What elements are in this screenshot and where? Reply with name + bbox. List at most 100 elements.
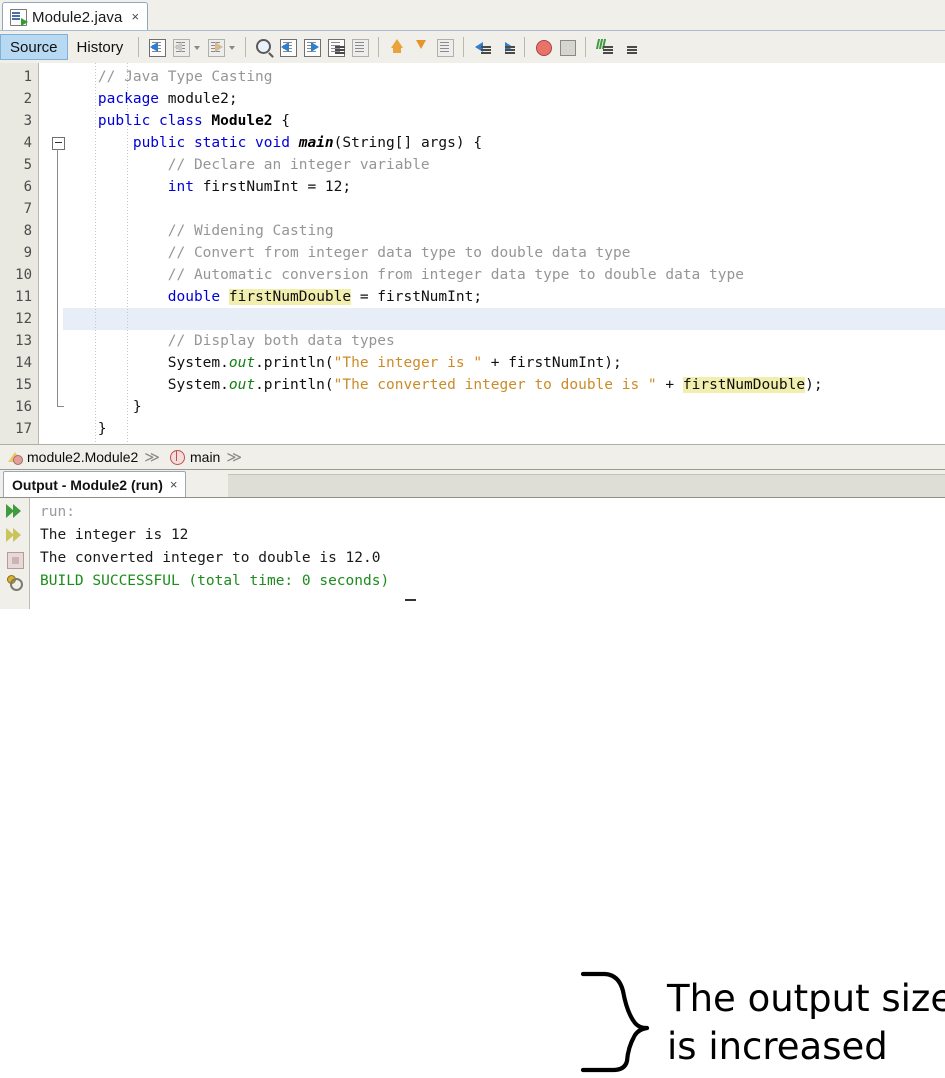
indent-icon[interactable] (434, 36, 456, 58)
code-token: // Widening Casting (168, 223, 334, 239)
toolbar-icon-group-navigation (145, 36, 239, 58)
fold-range-line (57, 149, 58, 407)
output-line: The integer is 12 (40, 524, 945, 547)
chevron-down-icon-back[interactable] (193, 36, 202, 58)
line-number: 7 (24, 198, 32, 220)
code-token (63, 69, 98, 85)
code-fold-column[interactable] (39, 63, 63, 444)
java-file-icon (10, 9, 27, 26)
line-number: 9 (24, 242, 32, 264)
code-line[interactable]: double firstNumDouble = firstNumInt; (63, 286, 945, 308)
line-number: 5 (24, 154, 32, 176)
code-line[interactable]: // Convert from integer data type to dou… (63, 242, 945, 264)
toolbar-icon-group-edit (385, 36, 457, 58)
code-line[interactable]: // Display both data types (63, 330, 945, 352)
handwritten-annotation: The output size is increased (575, 965, 945, 1078)
toolbar-divider-5 (524, 37, 525, 57)
code-line[interactable]: public class Module2 { (63, 110, 945, 132)
forward-icon[interactable] (205, 36, 227, 58)
code-line[interactable]: } (63, 418, 945, 440)
code-token (63, 157, 168, 173)
shift-line-left-icon[interactable] (471, 36, 493, 58)
chevron-down-icon-forward[interactable] (228, 36, 237, 58)
line-number-gutter: 123456789101112131415161718 (0, 63, 39, 444)
toolbar-icon-group-misc (592, 36, 640, 58)
close-icon-output[interactable]: × (170, 477, 178, 492)
code-line[interactable] (63, 198, 945, 220)
collapse-all-icon[interactable] (617, 36, 639, 58)
code-token: firstNumInt = 12; (194, 179, 351, 195)
format-icon[interactable] (410, 36, 432, 58)
code-line[interactable]: // Automatic conversion from integer dat… (63, 264, 945, 286)
last-edit-icon[interactable] (146, 36, 168, 58)
annotation-ink: The output size is increased (575, 965, 945, 1078)
output-tab-label: Output - Module2 (run) (12, 477, 163, 493)
breadcrumb-item-class[interactable]: module2.Module2 (8, 449, 138, 465)
code-token: package (98, 91, 159, 107)
code-token: + (657, 377, 683, 393)
toggle-bookmark-icon[interactable] (325, 36, 347, 58)
code-line[interactable]: System.out.println("The converted intege… (63, 374, 945, 396)
rerun-alt-icon[interactable] (4, 524, 26, 546)
output-caret (405, 599, 416, 601)
close-icon[interactable]: × (131, 10, 139, 25)
code-token: out (229, 377, 255, 393)
code-line[interactable]: package module2; (63, 88, 945, 110)
code-line[interactable]: System.out.println("The integer is " + f… (63, 352, 945, 374)
output-tab[interactable]: Output - Module2 (run) × (3, 471, 186, 497)
code-token: { (273, 113, 290, 129)
code-token (63, 223, 168, 239)
select-rectangular-icon[interactable] (349, 36, 371, 58)
shift-line-right-icon[interactable] (495, 36, 517, 58)
comment-icon[interactable] (386, 36, 408, 58)
toggle-breakpoint-icon[interactable] (532, 36, 554, 58)
editor-tab-module2-java[interactable]: Module2.java × (2, 2, 148, 31)
code-text-area[interactable]: // Java Type Casting package module2; pu… (63, 63, 945, 444)
tab-source[interactable]: Source (0, 34, 68, 60)
line-number: 15 (15, 374, 32, 396)
settings-icon[interactable] (4, 572, 26, 594)
line-number: 6 (24, 176, 32, 198)
annotation-line-1: The output size (666, 977, 945, 1020)
back-icon[interactable] (170, 36, 192, 58)
stop-icon[interactable] (556, 36, 578, 58)
previous-bookmark-icon[interactable] (277, 36, 299, 58)
code-token (220, 289, 229, 305)
next-bookmark-icon[interactable] (301, 36, 323, 58)
code-line[interactable]: // Widening Casting (63, 220, 945, 242)
breadcrumb-item-method[interactable]: main (170, 449, 220, 465)
code-line[interactable]: // Java Type Casting (63, 66, 945, 88)
output-tab-strip-filler (228, 474, 945, 497)
code-line[interactable]: int firstNumInt = 12; (63, 176, 945, 198)
code-token: "The integer is " (334, 355, 482, 371)
breadcrumb-separator-1: ≫ (144, 448, 160, 466)
output-side-toolbar (0, 498, 30, 609)
code-token (63, 135, 133, 151)
code-token (63, 91, 98, 107)
diff-icon[interactable] (593, 36, 615, 58)
toolbar-icon-group-debug (531, 36, 579, 58)
output-text: run:The integer is 12The converted integ… (40, 501, 945, 593)
code-token: // Declare an integer variable (168, 157, 430, 173)
line-number: 1 (24, 66, 32, 88)
code-line[interactable]: } (63, 396, 945, 418)
code-token (63, 179, 168, 195)
code-token: .println( (255, 355, 334, 371)
code-line[interactable]: public static void main(String[] args) { (63, 132, 945, 154)
find-icon[interactable] (253, 36, 275, 58)
breadcrumb: module2.Module2 ≫ main ≫ (0, 444, 945, 470)
code-token: int (168, 179, 194, 195)
tab-history[interactable]: History (68, 34, 133, 60)
rerun-icon[interactable] (4, 500, 26, 522)
code-line[interactable]: // Declare an integer variable (63, 154, 945, 176)
output-body[interactable]: run:The integer is 12The converted integ… (0, 497, 945, 609)
breadcrumb-separator-2: ≫ (226, 448, 242, 466)
code-token: module2; (159, 91, 238, 107)
line-number: 14 (15, 352, 32, 374)
code-token: // Display both data types (168, 333, 395, 349)
annotation-line-2: is increased (667, 1025, 888, 1068)
toolbar-divider-2 (245, 37, 246, 57)
code-line[interactable] (63, 308, 945, 330)
code-editor[interactable]: 123456789101112131415161718 // Java Type… (0, 63, 945, 444)
stop-process-icon[interactable] (4, 548, 26, 570)
